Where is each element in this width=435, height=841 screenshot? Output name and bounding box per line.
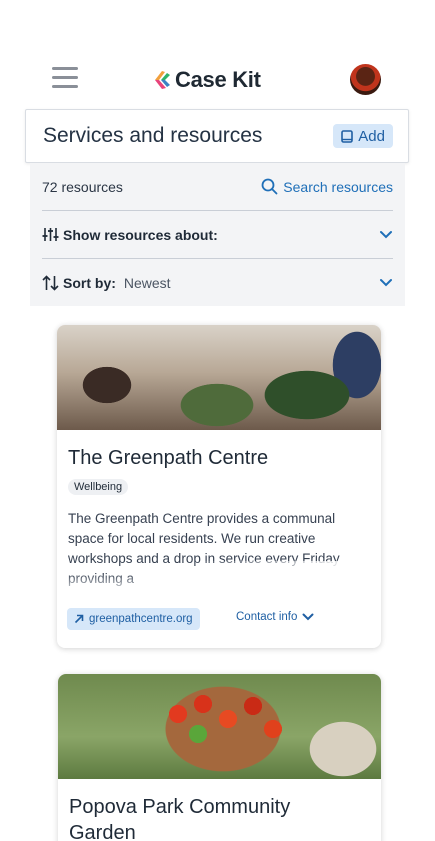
add-resource-button[interactable]: Add xyxy=(333,124,393,148)
sort-arrows-icon xyxy=(42,275,59,291)
page-title: Services and resources xyxy=(43,124,263,147)
book-icon xyxy=(341,129,354,143)
category-tag: Wellbeing xyxy=(68,479,129,495)
resource-card-image xyxy=(58,674,381,779)
sort-value: Newest xyxy=(123,275,171,291)
sort-label-group: Sort by: Newest xyxy=(42,275,171,291)
chevron-down-icon[interactable] xyxy=(379,230,393,240)
website-link[interactable]: greenpathcentre.org xyxy=(67,608,200,630)
search-resources-label: Search resources xyxy=(283,178,393,195)
chevron-down-icon[interactable] xyxy=(379,278,393,288)
app-logo[interactable]: Case Kit xyxy=(151,66,261,94)
page-header-panel: Services and resources Add xyxy=(25,109,409,163)
top-bar: Case Kit xyxy=(0,56,435,102)
external-link-arrow-icon xyxy=(74,614,84,624)
sort-label: Sort by: xyxy=(63,275,116,291)
add-button-label: Add xyxy=(358,127,385,145)
resource-card-title[interactable]: The Greenpath Centre xyxy=(68,445,268,471)
user-avatar[interactable] xyxy=(350,64,381,95)
logo-mark-icon xyxy=(155,71,170,89)
results-row: 72 resources Search resources xyxy=(42,163,393,211)
show-resources-label: Show resources about: xyxy=(63,226,218,243)
filter-panel: 72 resources Search resources Show resou… xyxy=(30,163,405,306)
resource-card-image xyxy=(57,325,381,430)
chevron-down-icon xyxy=(302,613,314,620)
logo-text: Case Kit xyxy=(175,67,261,92)
resource-card[interactable]: The Greenpath Centre Wellbeing The Green… xyxy=(57,325,381,648)
resource-card[interactable]: Popova Park Community Garden xyxy=(58,674,381,841)
contact-info-label: Contact info xyxy=(236,611,298,623)
resource-count: 72 resources xyxy=(42,178,123,195)
search-resources-button[interactable]: Search resources xyxy=(261,178,393,195)
show-resources-label-group: Show resources about: xyxy=(42,227,218,243)
sort-filter[interactable]: Sort by: Newest xyxy=(42,259,393,307)
search-icon xyxy=(261,178,278,195)
resource-card-title[interactable]: Popova Park Community Garden xyxy=(69,794,349,841)
contact-info-toggle[interactable]: Contact info xyxy=(236,611,314,623)
website-link-label: greenpathcentre.org xyxy=(89,613,193,625)
sliders-icon xyxy=(42,228,59,241)
hamburger-menu-icon[interactable] xyxy=(52,67,78,89)
show-resources-filter[interactable]: Show resources about: xyxy=(42,211,393,259)
description-fade-bottom xyxy=(57,573,381,593)
